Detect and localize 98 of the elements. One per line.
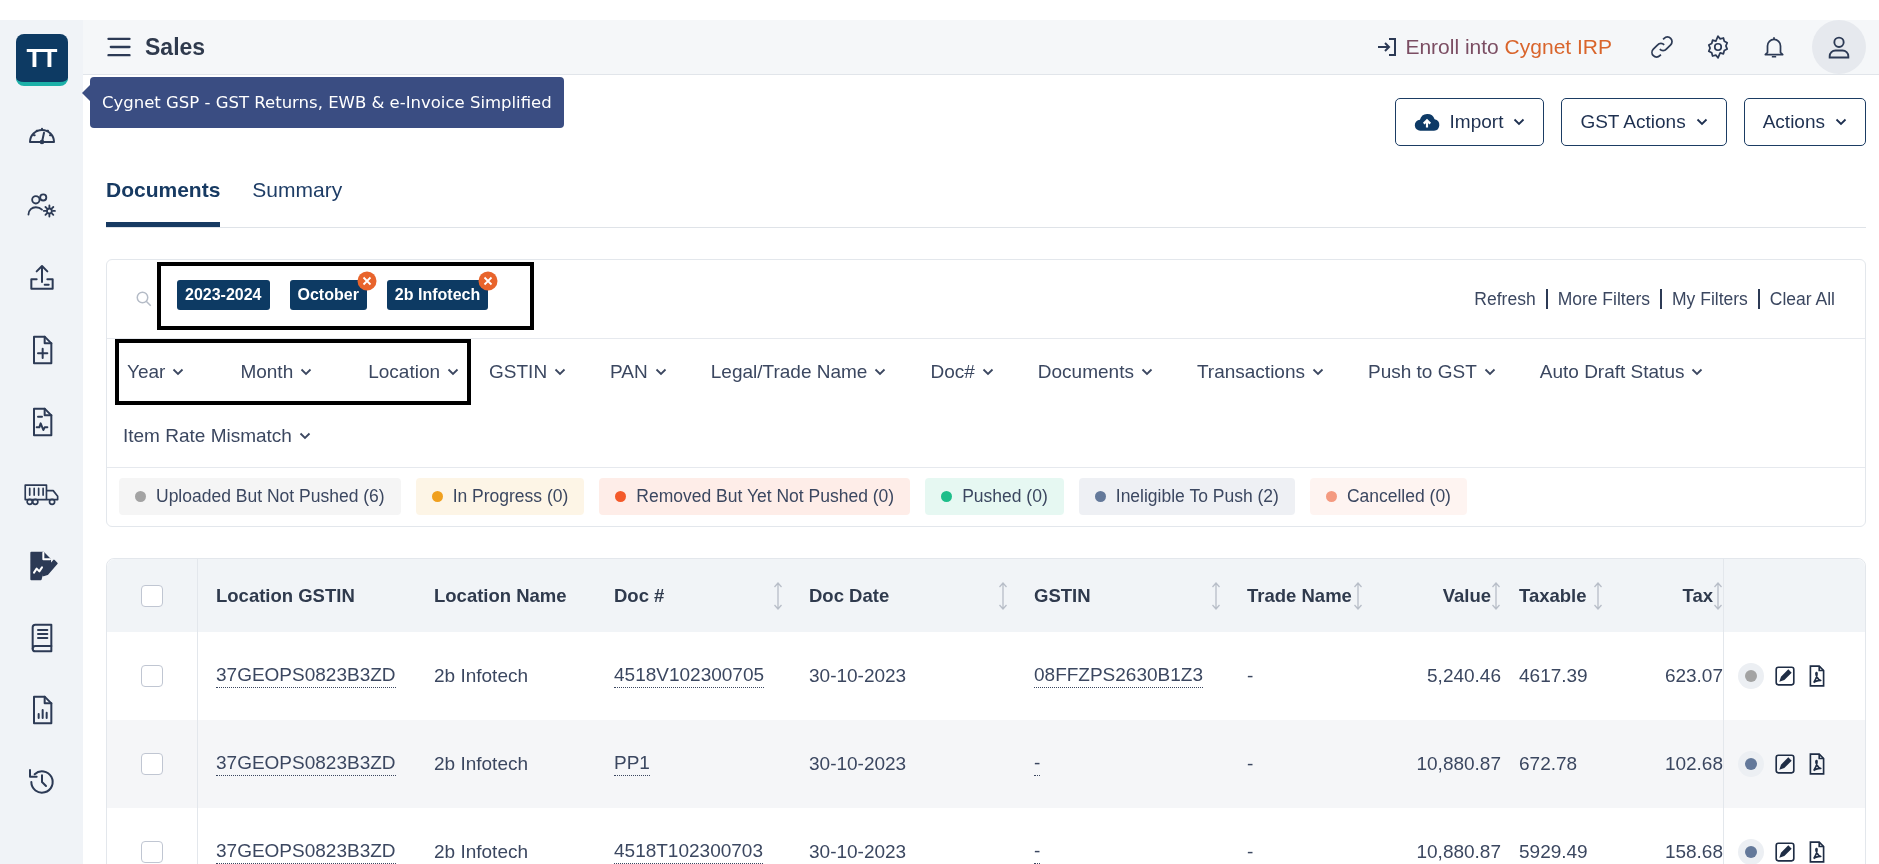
- filter-dropdown[interactable]: Transactions: [1188, 341, 1332, 403]
- filter-dropdown[interactable]: Documents: [1029, 341, 1161, 403]
- filter-chip[interactable]: 2023-2024: [177, 280, 270, 310]
- table-cell-link[interactable]: -: [1034, 840, 1041, 864]
- filter-dropdown[interactable]: Month: [232, 343, 321, 401]
- chevron-down-icon: [1695, 118, 1708, 126]
- chevron-down-icon: [1835, 118, 1847, 126]
- table-cell: 5,240.46: [1427, 665, 1501, 687]
- filter-dropdown[interactable]: PAN: [602, 341, 675, 403]
- chevron-down-icon: [298, 432, 311, 440]
- table-cell: -: [1247, 665, 1254, 687]
- chevron-down-icon: [1140, 368, 1153, 376]
- status-filter[interactable]: Removed But Yet Not Pushed (0): [599, 478, 911, 515]
- column-header[interactable]: Value: [1371, 559, 1501, 632]
- toolbar-link[interactable]: My Filters: [1672, 288, 1748, 310]
- settings-icon[interactable]: [1705, 34, 1731, 60]
- chevron-down-icon: [554, 368, 567, 376]
- column-header[interactable]: Tax: [1611, 559, 1723, 632]
- table-cell-link[interactable]: 08FFZPS2630B1Z3: [1034, 664, 1203, 688]
- status-filter[interactable]: Cancelled (0): [1309, 478, 1467, 515]
- table-cell: 2b Infotech: [434, 841, 529, 863]
- table-cell: 2b Infotech: [434, 665, 529, 687]
- column-header[interactable]: Doc Date: [791, 559, 1016, 632]
- chevron-down-icon: [654, 368, 667, 376]
- table-cell: 30-10-2023: [809, 753, 907, 775]
- filter-dropdown[interactable]: Year: [119, 343, 193, 401]
- remove-icon[interactable]: [478, 271, 499, 291]
- cloud-upload-icon: [1413, 112, 1440, 132]
- table-cell-link[interactable]: 4518V102300705: [614, 664, 765, 688]
- table-cell-link[interactable]: PP1: [614, 752, 650, 776]
- filter-dropdown[interactable]: GSTIN: [481, 341, 575, 403]
- chevron-down-icon: [172, 368, 185, 376]
- toolbar-link[interactable]: More Filters: [1557, 288, 1650, 310]
- app-logo[interactable]: TT: [15, 34, 68, 86]
- edit-icon[interactable]: [1774, 841, 1796, 863]
- chevron-down-icon: [981, 368, 994, 376]
- filter-dropdown[interactable]: Auto Draft Status: [1531, 341, 1712, 403]
- toolbar-link[interactable]: Clear All: [1769, 288, 1835, 310]
- filter-dropdown[interactable]: Item Rate Mismatch: [115, 405, 319, 467]
- chevron-down-icon: [300, 368, 313, 376]
- action-dropdown-button[interactable]: GST Actions: [1561, 98, 1727, 146]
- filter-dropdown[interactable]: Push to GST: [1360, 341, 1504, 403]
- table-cell: -: [1247, 753, 1254, 775]
- chevron-down-icon: [874, 368, 887, 376]
- filter-chip[interactable]: 2b Infotech: [386, 280, 489, 310]
- column-header[interactable]: Trade Name: [1229, 559, 1371, 632]
- table-cell-link[interactable]: 4518T102300703: [614, 840, 763, 864]
- action-dropdown-button[interactable]: Actions: [1743, 98, 1866, 146]
- edit-icon[interactable]: [1774, 665, 1796, 687]
- table-cell: -: [1247, 841, 1254, 863]
- table-cell: 30-10-2023: [809, 665, 907, 687]
- status-filter[interactable]: Ineligible To Push (2): [1078, 478, 1295, 515]
- edit-icon[interactable]: [1774, 753, 1796, 775]
- filter-dropdown[interactable]: Legal/Trade Name: [702, 341, 895, 403]
- row-checkbox[interactable]: [141, 841, 163, 863]
- table-cell: 10,880.87: [1416, 841, 1501, 863]
- page-title: Sales: [145, 33, 206, 61]
- tooltip: Cygnet GSP - GST Returns, EWB & e-Invoice Simplified: [90, 77, 564, 128]
- column-header[interactable]: Taxable: [1501, 559, 1611, 632]
- link-icon[interactable]: [1649, 34, 1675, 60]
- table-cell: 158.68: [1664, 841, 1723, 863]
- action-dropdown-button[interactable]: Import: [1394, 98, 1545, 146]
- table-cell-link[interactable]: 37GEOPS0823B3ZD: [216, 840, 396, 864]
- tab[interactable]: Summary: [252, 166, 343, 227]
- filter-dropdown[interactable]: Doc#: [922, 341, 1002, 403]
- filter-dropdown[interactable]: Location: [360, 343, 468, 401]
- row-checkbox[interactable]: [141, 665, 163, 687]
- avatar[interactable]: [1812, 20, 1866, 74]
- table-cell-link[interactable]: 37GEOPS0823B3ZD: [216, 664, 396, 688]
- select-all-checkbox[interactable]: [141, 584, 163, 607]
- chevron-down-icon: [1483, 368, 1496, 376]
- table-cell: 623.07: [1664, 665, 1723, 687]
- table-cell: 5929.49: [1519, 841, 1588, 863]
- chevron-down-icon: [1691, 368, 1704, 376]
- chevron-down-icon: [1312, 368, 1324, 376]
- status-filter[interactable]: Uploaded But Not Pushed (6): [119, 478, 401, 515]
- notification-bell-icon[interactable]: [1761, 34, 1787, 60]
- column-header: Location GSTIN: [215, 583, 356, 608]
- column-header[interactable]: GSTIN: [1016, 559, 1229, 632]
- table-cell: 30-10-2023: [809, 841, 907, 863]
- enroll-link[interactable]: Enroll into Cygnet IRP: [1375, 35, 1612, 59]
- table-cell: 4617.39: [1519, 665, 1588, 687]
- table-cell: 672.78: [1519, 753, 1578, 775]
- chevron-down-icon: [447, 368, 460, 376]
- toolbar-link[interactable]: Refresh: [1474, 288, 1536, 310]
- row-checkbox[interactable]: [141, 753, 163, 775]
- table-cell: 2b Infotech: [434, 753, 529, 775]
- chevron-down-icon: [1513, 118, 1526, 126]
- table-cell: 10,880.87: [1416, 753, 1501, 775]
- column-header[interactable]: Doc #: [596, 559, 791, 632]
- table-cell: 102.68: [1664, 753, 1723, 775]
- tab[interactable]: Documents: [106, 166, 221, 227]
- status-filter[interactable]: Pushed (0): [925, 478, 1064, 515]
- column-header: Location Name: [433, 583, 568, 608]
- table-cell-link[interactable]: -: [1034, 752, 1041, 776]
- filter-chip[interactable]: October: [289, 280, 367, 310]
- status-filter[interactable]: In Progress (0): [415, 478, 585, 515]
- table-cell-link[interactable]: 37GEOPS0823B3ZD: [216, 752, 396, 776]
